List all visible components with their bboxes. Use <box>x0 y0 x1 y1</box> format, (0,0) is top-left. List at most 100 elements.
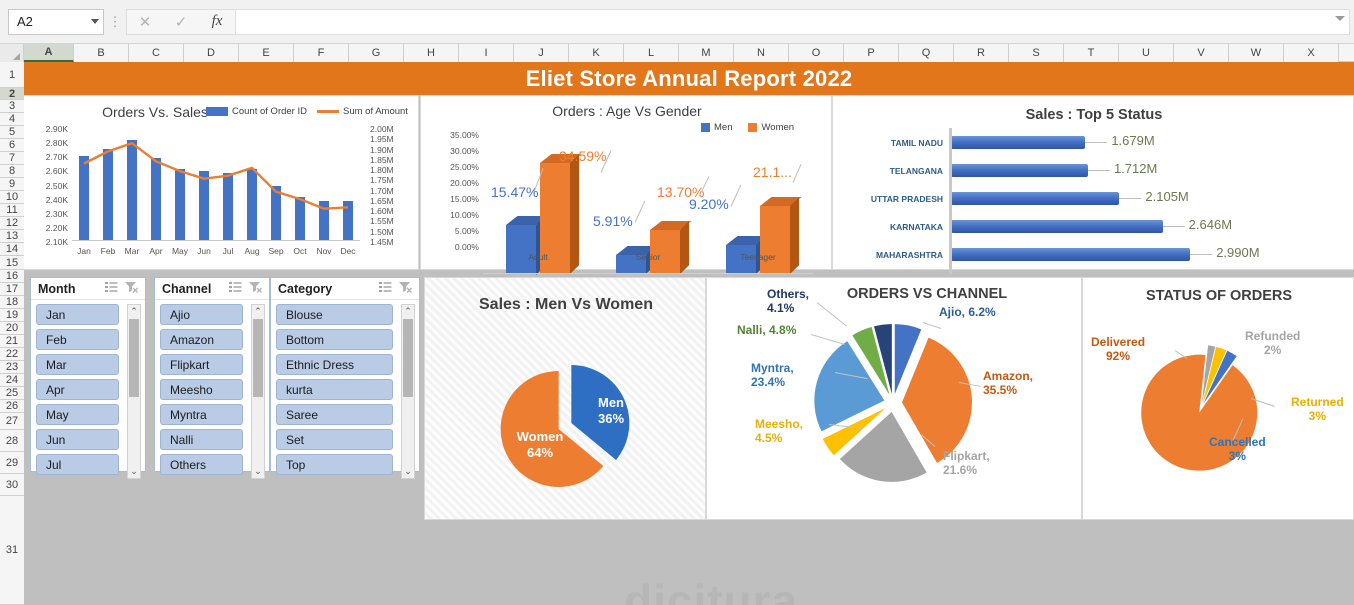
scrollbar-thumb[interactable] <box>253 319 263 397</box>
slicer-item-blouse[interactable]: Blouse <box>276 304 393 325</box>
multi-select-icon[interactable] <box>375 280 395 298</box>
row-header-7[interactable]: 7 <box>0 152 24 165</box>
clear-filter-icon[interactable] <box>395 280 415 298</box>
column-header-x[interactable]: X <box>1284 44 1339 62</box>
scrollbar-thumb[interactable] <box>403 319 413 397</box>
slicer-item-jun[interactable]: Jun <box>36 429 119 450</box>
column-header-i[interactable]: I <box>459 44 514 62</box>
row-header-4[interactable]: 4 <box>0 113 24 126</box>
chart-panel-orders-vs-channel[interactable]: ORDERS VS CHANNEL Ajio, 6.2% Amazon, 35.5%… <box>706 277 1082 520</box>
chart-panel-sales-top-5-status[interactable]: Sales : Top 5 Status TAMIL NADU 1.679M TEL… <box>832 95 1354 292</box>
column-header-u[interactable]: U <box>1119 44 1174 62</box>
row-header-9[interactable]: 9 <box>0 178 24 191</box>
row-header-31[interactable]: 31 <box>0 496 24 605</box>
multi-select-icon[interactable] <box>101 280 121 298</box>
slicer-item-kurta[interactable]: kurta <box>276 379 393 400</box>
row-header-30[interactable]: 30 <box>0 474 24 496</box>
row-header-13[interactable]: 13 <box>0 230 24 243</box>
column-header-d[interactable]: D <box>184 44 239 62</box>
chart-panel-orders-vs-sales[interactable]: Orders Vs. Sales Count of Order ID Sum o… <box>24 95 419 270</box>
slicer-item-feb[interactable]: Feb <box>36 329 119 350</box>
slicer-scrollbar[interactable]: ⌃ ⌄ <box>127 304 141 479</box>
slicer-item-amazon[interactable]: Amazon <box>160 329 243 350</box>
column-header-a[interactable]: A <box>24 44 74 62</box>
row-header-27[interactable]: 27 <box>0 413 24 430</box>
chevron-down-icon[interactable] <box>91 19 99 24</box>
slicer-scrollbar[interactable]: ⌃ ⌄ <box>251 304 265 479</box>
slicer-scrollbar[interactable]: ⌃ ⌄ <box>401 304 415 479</box>
chevron-down-icon[interactable]: ⌄ <box>128 465 140 478</box>
column-header-b[interactable]: B <box>74 44 129 62</box>
column-header-n[interactable]: N <box>734 44 789 62</box>
slicer-item-ethnic-dress[interactable]: Ethnic Dress <box>276 354 393 375</box>
expand-formula-bar-icon[interactable] <box>1335 15 1345 21</box>
chart-panel-sales-men-vs-women[interactable]: Sales : Men Vs Women Men 36% Women 64% <box>424 277 706 520</box>
row-header-24[interactable]: 24 <box>0 374 24 387</box>
column-header-s[interactable]: S <box>1009 44 1064 62</box>
select-all-corner[interactable] <box>0 44 24 62</box>
row-header-19[interactable]: 19 <box>0 309 24 322</box>
slicer-item-may[interactable]: May <box>36 404 119 425</box>
row-header-12[interactable]: 12 <box>0 217 24 230</box>
chevron-up-icon[interactable]: ⌃ <box>128 305 140 318</box>
slicer-item-others[interactable]: Others <box>160 454 243 475</box>
scrollbar-thumb[interactable] <box>129 319 139 397</box>
slicer-item-apr[interactable]: Apr <box>36 379 119 400</box>
column-header-w[interactable]: W <box>1229 44 1284 62</box>
row-header-26[interactable]: 26 <box>0 400 24 413</box>
insert-function-icon[interactable]: fx <box>199 13 235 30</box>
slicer-item-jul[interactable]: Jul <box>36 454 119 475</box>
column-header-e[interactable]: E <box>239 44 294 62</box>
formula-input[interactable] <box>235 8 1350 35</box>
row-header-1[interactable]: 1 <box>0 62 24 88</box>
row-header-16[interactable]: 16 <box>0 270 24 283</box>
row-header-18[interactable]: 18 <box>0 296 24 309</box>
chart-panel-orders-age-vs-gender[interactable]: Orders : Age Vs Gender Men Women 35.00% 3… <box>420 95 832 274</box>
column-header-f[interactable]: F <box>294 44 349 62</box>
slicer-channel[interactable]: Channel Ajio Amazon Flipkart Meesho Myntra Na… <box>154 277 270 479</box>
row-header-20[interactable]: 20 <box>0 322 24 335</box>
row-header-23[interactable]: 23 <box>0 361 24 374</box>
row-header-5[interactable]: 5 <box>0 126 24 139</box>
row-header-21[interactable]: 21 <box>0 335 24 348</box>
chart-panel-status-of-orders[interactable]: STATUS OF ORDERS Delivered 92% Refunded 2% R… <box>1082 277 1354 520</box>
row-header-22[interactable]: 22 <box>0 348 24 361</box>
chevron-down-icon[interactable]: ⌄ <box>252 465 264 478</box>
name-box[interactable]: A2 <box>8 8 104 35</box>
row-header-15[interactable]: 15 <box>0 256 24 270</box>
multi-select-icon[interactable] <box>225 280 245 298</box>
column-header-k[interactable]: K <box>569 44 624 62</box>
slicer-item-myntra[interactable]: Myntra <box>160 404 243 425</box>
chevron-up-icon[interactable]: ⌃ <box>252 305 264 318</box>
row-header-28[interactable]: 28 <box>0 430 24 452</box>
row-header-8[interactable]: 8 <box>0 165 24 178</box>
column-header-p[interactable]: P <box>844 44 899 62</box>
column-header-j[interactable]: J <box>514 44 569 62</box>
column-header-c[interactable]: C <box>129 44 184 62</box>
pie-orders-vs-channel-slice-1[interactable] <box>901 337 972 463</box>
column-header-v[interactable]: V <box>1174 44 1229 62</box>
confirm-icon[interactable]: ✓ <box>163 13 199 31</box>
column-header-q[interactable]: Q <box>899 44 954 62</box>
chevron-down-icon[interactable]: ⌄ <box>402 465 414 478</box>
column-header-g[interactable]: G <box>349 44 404 62</box>
slicer-category[interactable]: Category Blouse Bottom Ethnic Dress kurta Sa… <box>270 277 420 479</box>
clear-filter-icon[interactable] <box>245 280 265 298</box>
column-header-o[interactable]: O <box>789 44 844 62</box>
column-header-t[interactable]: T <box>1064 44 1119 62</box>
cancel-icon[interactable]: ✕ <box>127 13 163 31</box>
slicer-item-saree[interactable]: Saree <box>276 404 393 425</box>
row-header-6[interactable]: 6 <box>0 139 24 152</box>
slicer-item-nalli[interactable]: Nalli <box>160 429 243 450</box>
slicer-item-mar[interactable]: Mar <box>36 354 119 375</box>
slicer-item-meesho[interactable]: Meesho <box>160 379 243 400</box>
row-header-3[interactable]: 3 <box>0 100 24 113</box>
slicer-item-flipkart[interactable]: Flipkart <box>160 354 243 375</box>
slicer-item-top[interactable]: Top <box>276 454 393 475</box>
row-header-10[interactable]: 10 <box>0 191 24 204</box>
slicer-month[interactable]: Month Jan Feb Mar Apr May Jun Jul ⌃ ⌄ <box>30 277 146 479</box>
row-header-25[interactable]: 25 <box>0 387 24 400</box>
slicer-item-bottom[interactable]: Bottom <box>276 329 393 350</box>
row-header-17[interactable]: 17 <box>0 283 24 296</box>
clear-filter-icon[interactable] <box>121 280 141 298</box>
